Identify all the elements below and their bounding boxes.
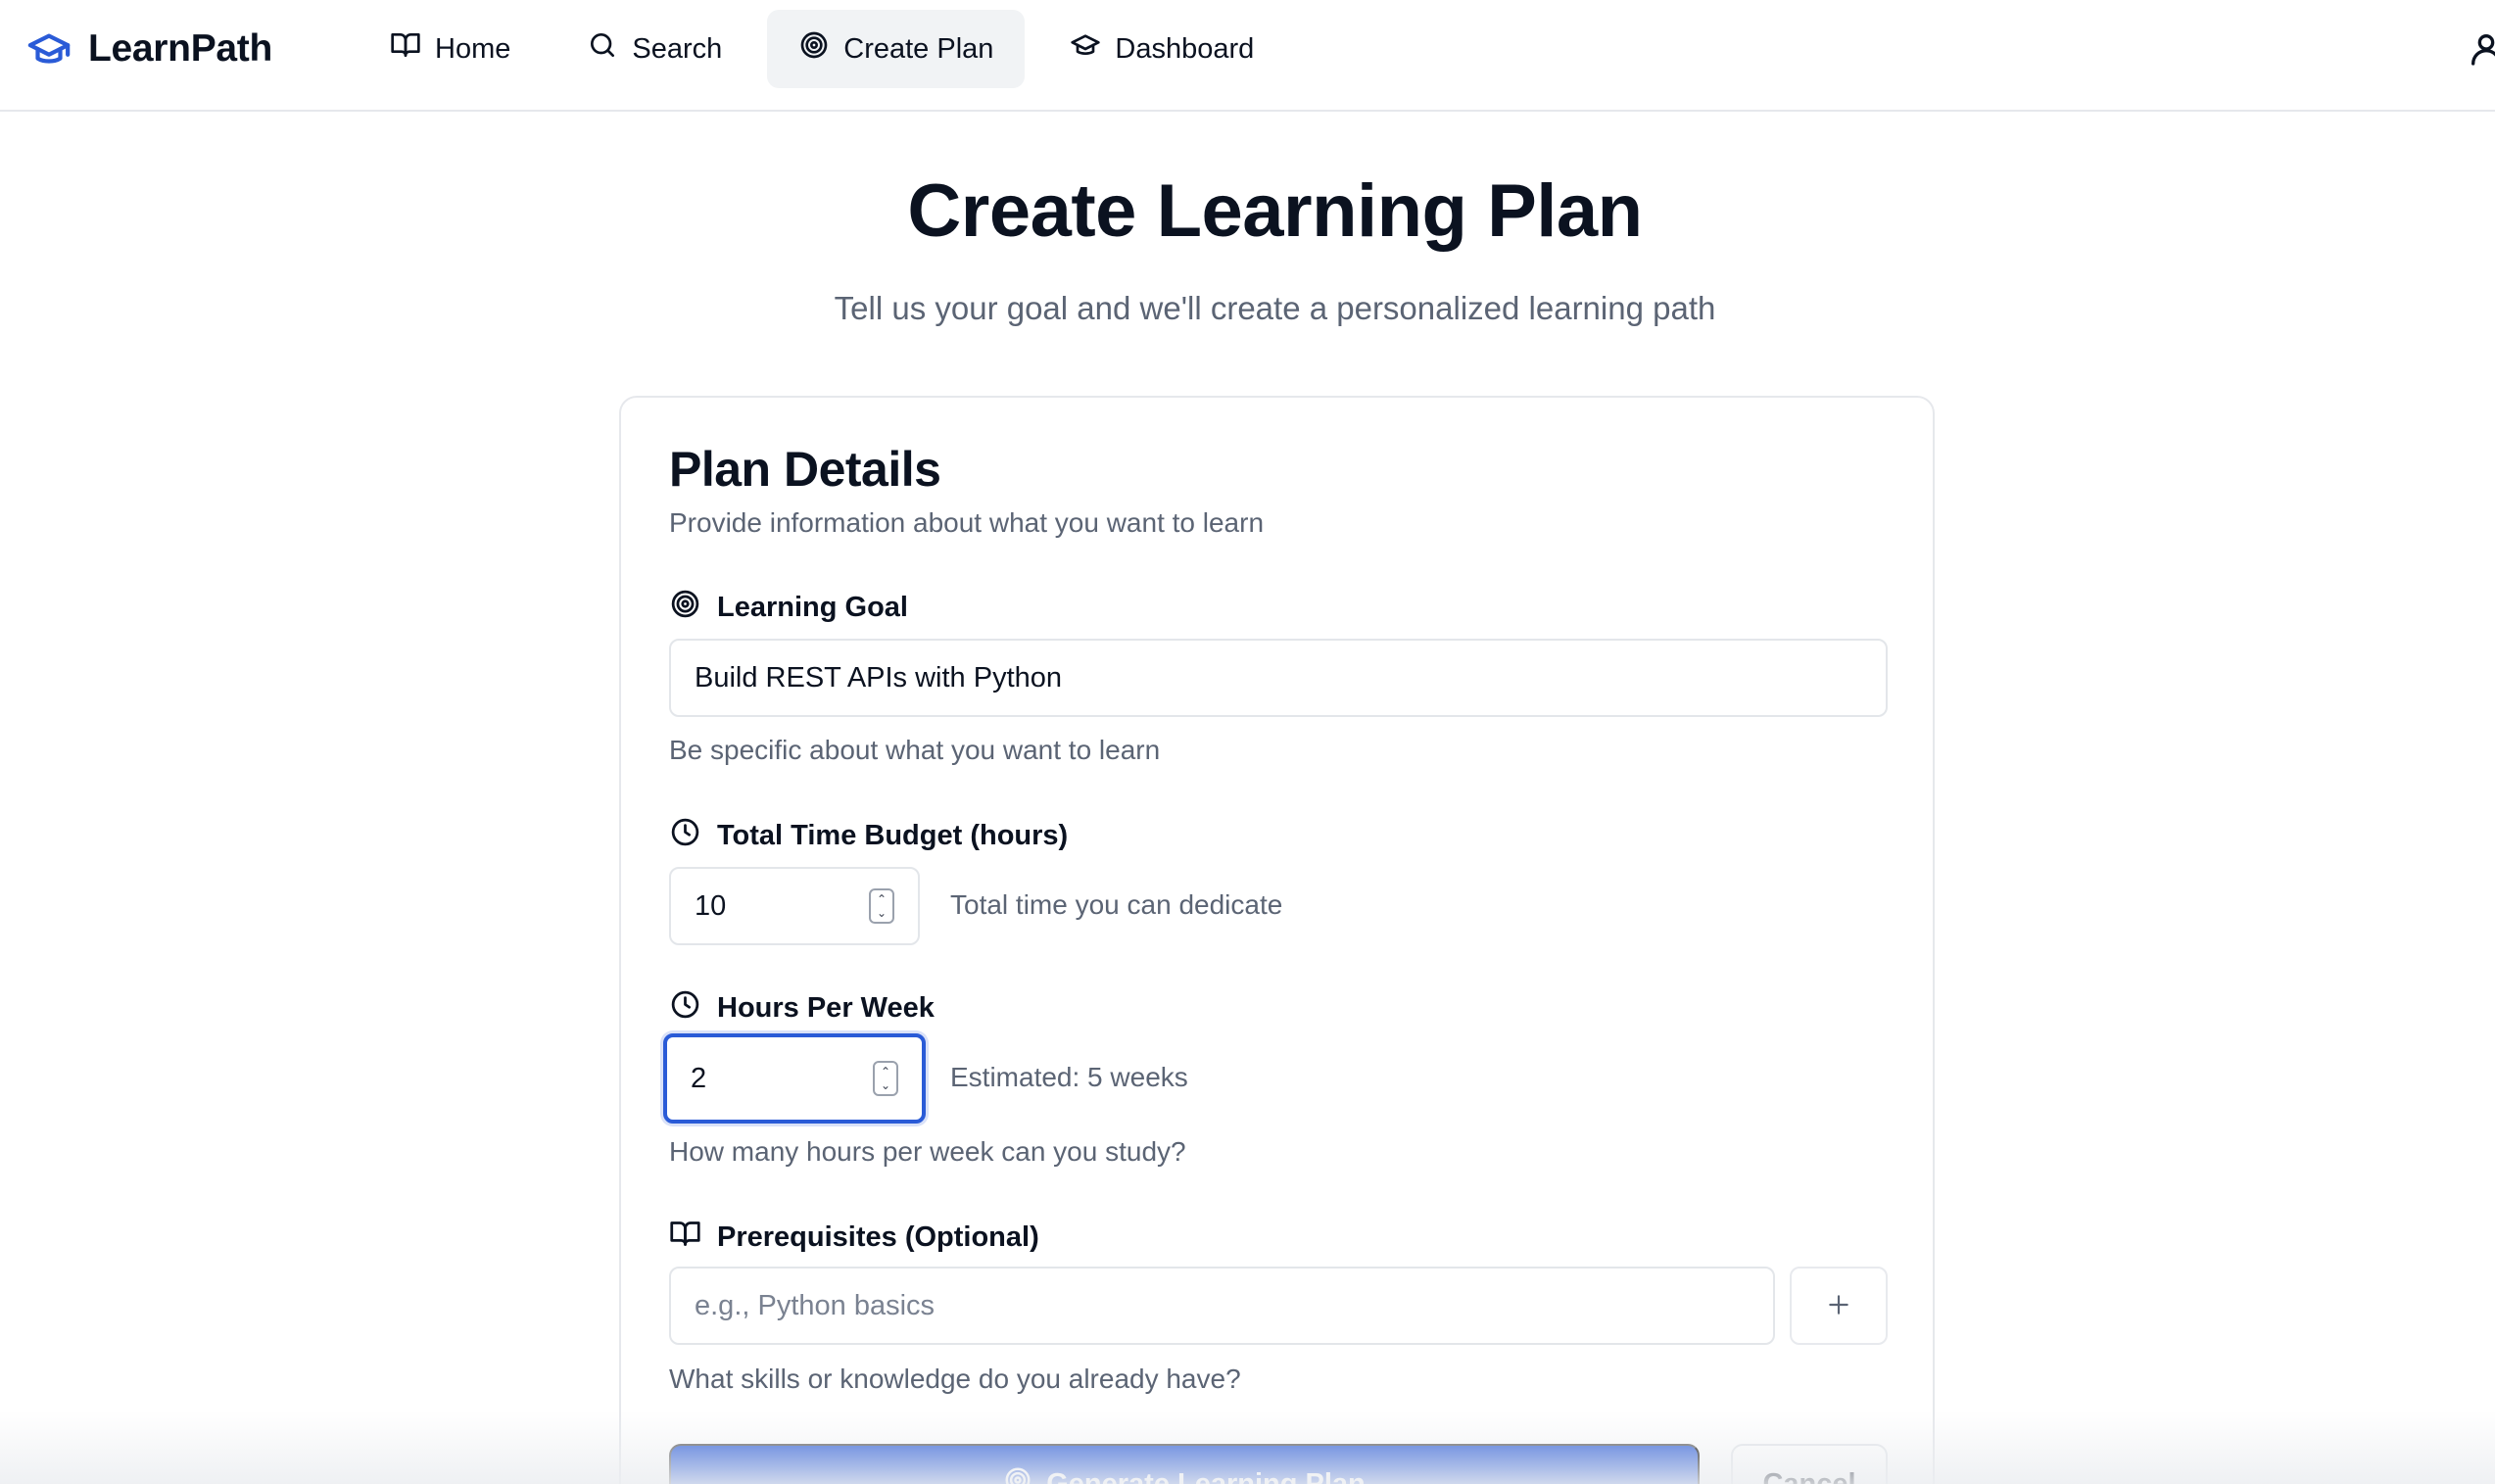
- brand-logo[interactable]: LearnPath: [25, 24, 272, 73]
- generate-plan-button[interactable]: Generate Learning Plan: [669, 1444, 1700, 1484]
- goal-input[interactable]: Build REST APIs with Python: [669, 639, 1888, 717]
- generate-plan-label: Generate Learning Plan: [1046, 1467, 1366, 1484]
- card-title: Plan Details: [669, 442, 941, 497]
- number-stepper-icon[interactable]: ⌃ ⌄: [873, 1061, 898, 1096]
- number-stepper-icon[interactable]: ⌃ ⌄: [869, 888, 894, 924]
- book-open-icon: [669, 1218, 701, 1258]
- nav-home-label: Home: [435, 32, 511, 65]
- page-subtitle: Tell us your goal and we'll create a per…: [834, 290, 1716, 326]
- nav-create-plan[interactable]: Create Plan: [767, 10, 1026, 88]
- plan-details-card: Plan Details Provide information about w…: [619, 396, 1935, 1484]
- main-nav: Home Search Create Plan Dashboard: [359, 10, 1285, 88]
- top-navigation: LearnPath Home Search Create Plan Dashbo…: [0, 0, 2495, 112]
- brand-name: LearnPath: [88, 27, 273, 70]
- time-budget-input[interactable]: 10 ⌃ ⌄: [669, 867, 920, 945]
- estimated-duration: Estimated: 5 weeks: [950, 1062, 1188, 1092]
- clock-icon: [669, 816, 701, 856]
- target-icon: [1003, 1465, 1032, 1484]
- cancel-label: Cancel: [1762, 1467, 1856, 1484]
- target-icon: [798, 29, 830, 69]
- book-open-icon: [390, 29, 421, 69]
- nav-search[interactable]: Search: [555, 10, 753, 88]
- prerequisites-label: Prerequisites (Optional): [669, 1218, 1039, 1258]
- time-budget-value: 10: [695, 889, 727, 922]
- card-description: Provide information about what you want …: [669, 507, 1265, 538]
- graduation-cap-icon: [1070, 29, 1101, 69]
- prerequisites-hint: What skills or knowledge do you already …: [669, 1364, 1241, 1394]
- nav-dashboard[interactable]: Dashboard: [1038, 10, 1285, 88]
- goal-label-text: Learning Goal: [717, 592, 908, 623]
- time-budget-hint: Total time you can dedicate: [950, 889, 1283, 920]
- plus-icon: [1826, 1292, 1851, 1320]
- search-icon: [587, 29, 618, 69]
- prerequisites-label-text: Prerequisites (Optional): [717, 1221, 1039, 1253]
- hours-per-week-input[interactable]: 2 ⌃ ⌄: [663, 1033, 926, 1124]
- nav-search-label: Search: [632, 32, 723, 65]
- page-title: Create Learning Plan: [907, 169, 1643, 253]
- nav-home[interactable]: Home: [359, 10, 542, 88]
- nav-dashboard-label: Dashboard: [1115, 32, 1255, 65]
- hours-per-week-value: 2: [691, 1062, 707, 1094]
- add-prerequisite-button[interactable]: [1790, 1267, 1888, 1345]
- goal-label: Learning Goal: [669, 588, 908, 628]
- hours-per-week-hint: How many hours per week can you study?: [669, 1136, 1186, 1167]
- graduation-cap-icon: [25, 25, 72, 72]
- time-budget-label-text: Total Time Budget (hours): [717, 820, 1069, 851]
- prerequisites-input[interactable]: e.g., Python basics: [669, 1267, 1775, 1345]
- clock-icon: [669, 988, 701, 1029]
- hours-per-week-label-text: Hours Per Week: [717, 992, 935, 1024]
- goal-hint: Be specific about what you want to learn: [669, 735, 1161, 765]
- nav-create-plan-label: Create Plan: [843, 32, 994, 65]
- cancel-button[interactable]: Cancel: [1731, 1444, 1888, 1484]
- time-budget-label: Total Time Budget (hours): [669, 816, 1068, 856]
- hours-per-week-label: Hours Per Week: [669, 988, 935, 1029]
- target-icon: [669, 588, 701, 628]
- user-icon[interactable]: [2467, 29, 2495, 69]
